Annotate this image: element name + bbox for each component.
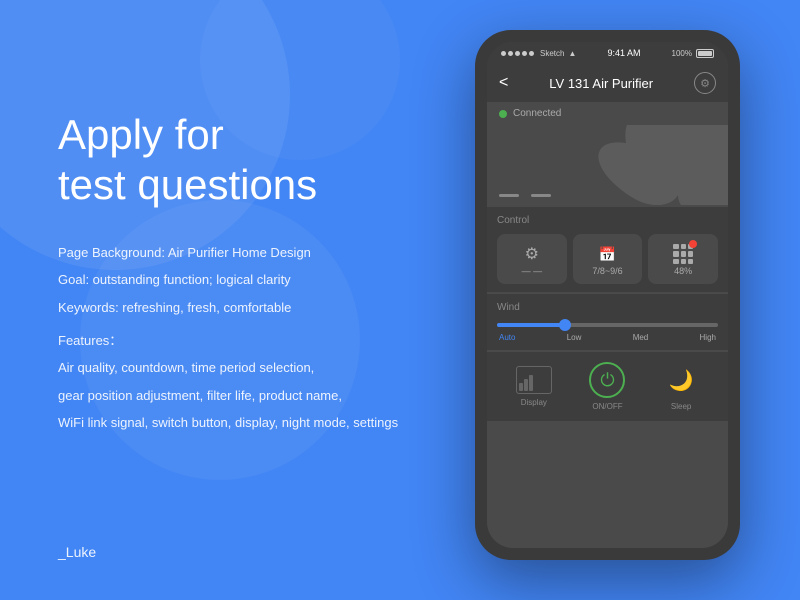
carrier-name: Sketch [540, 49, 564, 58]
filter-icon [671, 242, 695, 266]
power-button[interactable]: ⏻ ON/OFF [589, 362, 625, 411]
gear-icon: ⚙ [700, 77, 710, 90]
left-panel: Apply for test questions Page Background… [58, 110, 458, 439]
settings-button[interactable]: ⚙ [694, 72, 716, 94]
connected-text: Connected [513, 108, 561, 119]
control-grid: ⚙ — — 📅 7/8~9/6 [497, 234, 718, 284]
description: Page Background: Air Purifier Home Desig… [58, 241, 458, 435]
status-right: 100% [672, 49, 714, 58]
alert-badge [689, 240, 697, 248]
card1-value: — — [522, 266, 543, 276]
wind-slider-fill [497, 323, 563, 327]
card-inner: 📅 7/8~9/6 [592, 242, 622, 276]
wind-label-high: High [700, 333, 716, 342]
bar [524, 379, 528, 391]
app-header: < LV 131 Air Purifier ⚙ [487, 64, 728, 102]
features-label: Features： [58, 329, 458, 352]
phone-body: Sketch ▲ 9:41 AM 100% < LV 131 Air Purif… [475, 30, 740, 560]
title-line2: test questions [58, 160, 458, 210]
features-line2: gear position adjustment, filter life, p… [58, 384, 458, 407]
signal-dot [515, 51, 520, 56]
fan-decoration [618, 125, 728, 205]
wind-label: Wind [497, 302, 718, 313]
title-line1: Apply for [58, 110, 458, 160]
back-button[interactable]: < [499, 74, 508, 92]
gear-control-icon: ⚙ [520, 242, 544, 266]
dash [531, 194, 551, 197]
wind-label-low: Low [567, 333, 582, 342]
wind-section: Wind Auto Low Med High [487, 294, 728, 350]
power-label: ON/OFF [592, 402, 622, 411]
calendar-icon: 📅 [596, 242, 620, 266]
sleep-icon-container: 🌙 [663, 362, 699, 398]
wifi-icon: ▲ [568, 49, 576, 58]
sleep-button[interactable]: 🌙 Sleep [663, 362, 699, 411]
display-icon [516, 366, 552, 394]
control-section: Control ⚙ — — 📅 7/8~9/6 [487, 207, 728, 292]
card3-value: 48% [674, 266, 692, 276]
card-inner: ⚙ — — [520, 242, 544, 276]
wind-label-med: Med [633, 333, 649, 342]
desc-line1: Page Background: Air Purifier Home Desig… [58, 241, 458, 264]
battery-icon [696, 49, 714, 58]
wind-labels: Auto Low Med High [497, 333, 718, 342]
signal-dot [522, 51, 527, 56]
connected-row: Connected [487, 102, 728, 125]
signal-dot [508, 51, 513, 56]
bar [519, 383, 523, 391]
control-card-gear[interactable]: ⚙ — — [497, 234, 567, 284]
signal-dots [501, 51, 534, 56]
author-label: _Luke [58, 544, 96, 560]
control-card-time[interactable]: 📅 7/8~9/6 [573, 234, 643, 284]
phone-screen: Sketch ▲ 9:41 AM 100% < LV 131 Air Purif… [487, 42, 728, 548]
fan-area [487, 125, 728, 205]
dashes-row [487, 190, 563, 205]
features-line1: Air quality, countdown, time period sele… [58, 356, 458, 379]
power-icon: ⏻ [589, 362, 625, 398]
signal-dot [501, 51, 506, 56]
dash [499, 194, 519, 197]
moon-icon: 🌙 [669, 368, 694, 393]
status-left: Sketch ▲ [501, 49, 576, 58]
signal-dot [529, 51, 534, 56]
desc-line2: Goal: outstanding function; logical clar… [58, 268, 458, 291]
wind-slider-thumb[interactable] [559, 319, 571, 331]
battery-fill [698, 51, 712, 56]
control-label: Control [497, 215, 718, 226]
app-title: LV 131 Air Purifier [549, 76, 653, 91]
bottom-section: Display ⏻ ON/OFF 🌙 Sleep [487, 352, 728, 421]
status-bar: Sketch ▲ 9:41 AM 100% [487, 42, 728, 64]
control-card-filter[interactable]: 48% [648, 234, 718, 284]
main-title: Apply for test questions [58, 110, 458, 211]
display-label: Display [521, 398, 547, 407]
phone-mockup: Sketch ▲ 9:41 AM 100% < LV 131 Air Purif… [475, 30, 740, 560]
wind-label-auto: Auto [499, 333, 515, 342]
bar [529, 375, 533, 391]
sleep-label: Sleep [671, 402, 691, 411]
display-button[interactable]: Display [516, 366, 552, 407]
battery-percent: 100% [672, 49, 692, 58]
wind-slider-track[interactable] [497, 323, 718, 327]
card2-value: 7/8~9/6 [592, 266, 622, 276]
features-line3: WiFi link signal, switch button, display… [58, 411, 458, 434]
status-time: 9:41 AM [607, 48, 640, 58]
desc-line3: Keywords: refreshing, fresh, comfortable [58, 296, 458, 319]
connected-indicator [499, 110, 507, 118]
card-inner: 48% [671, 242, 695, 276]
